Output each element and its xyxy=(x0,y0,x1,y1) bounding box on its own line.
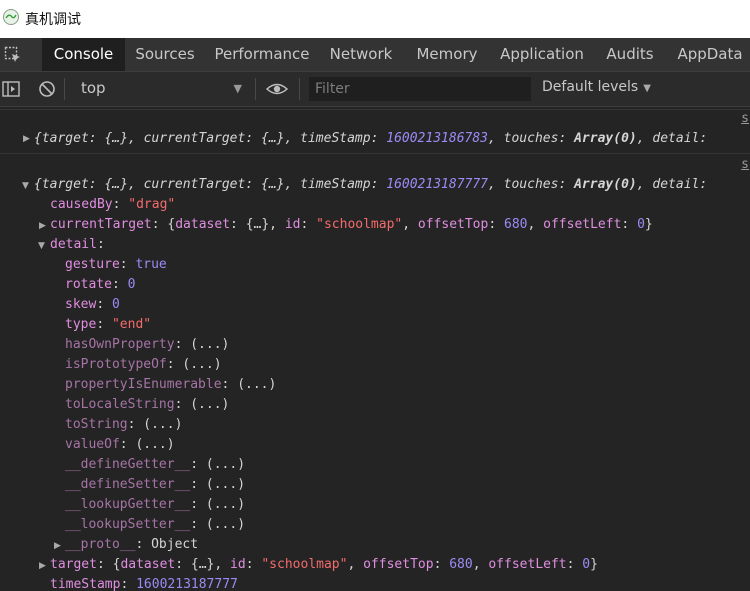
expand-triangle-icon[interactable]: ▶ xyxy=(39,561,46,571)
collapse-triangle-icon[interactable]: ▼ xyxy=(38,241,45,251)
clear-console-icon[interactable] xyxy=(38,80,56,98)
window-titlebar: 真机调试 xyxy=(0,0,750,38)
tab-appdata[interactable]: AppData xyxy=(672,38,748,71)
filter-input[interactable] xyxy=(309,77,531,101)
detail-gesture: gesture: true xyxy=(65,257,167,272)
tab-audits[interactable]: Audits xyxy=(598,38,662,71)
message-divider xyxy=(0,109,750,110)
detail-type: type: "end" xyxy=(65,317,152,332)
source-link[interactable]: s xyxy=(741,111,749,126)
devtools-tabbar: Console Sources Performance Network Memo… xyxy=(0,38,750,72)
inspect-element-icon[interactable] xyxy=(4,46,22,64)
tab-performance[interactable]: Performance xyxy=(210,38,314,71)
detail-method[interactable]: __defineSetter__: (...) xyxy=(65,475,245,495)
console-output: s ▶ {target: {…}, currentTarget: {…}, ti… xyxy=(0,107,750,591)
detail-proto[interactable]: __proto__: Object xyxy=(65,535,198,555)
detail-method[interactable]: propertyIsEnumerable: (...) xyxy=(65,375,276,395)
expand-triangle-icon[interactable]: ▶ xyxy=(23,134,30,144)
tab-sources[interactable]: Sources xyxy=(130,38,200,71)
toolbar-divider xyxy=(299,78,300,100)
tab-application[interactable]: Application xyxy=(496,38,588,71)
property-current-target[interactable]: currentTarget: {dataset: {…}, id: "schoo… xyxy=(50,215,653,235)
eye-icon[interactable] xyxy=(266,80,288,98)
toolbar-divider xyxy=(64,78,65,100)
detail-method[interactable]: hasOwnProperty: (...) xyxy=(65,335,229,355)
property-timestamp: timeStamp: 1600213187777 xyxy=(50,577,238,591)
detail-method[interactable]: __defineGetter__: (...) xyxy=(65,455,245,475)
tab-network[interactable]: Network xyxy=(324,38,398,71)
log-entry-summary[interactable]: {target: {…}, currentTarget: {…}, timeSt… xyxy=(34,175,707,195)
window-title: 真机调试 xyxy=(25,12,81,28)
detail-method[interactable]: toLocaleString: (...) xyxy=(65,395,229,415)
detail-method[interactable]: __lookupSetter__: (...) xyxy=(65,515,245,535)
log-levels-dropdown[interactable]: Default levels ▼ xyxy=(542,79,651,95)
property-caused-by: causedBy: "drag" xyxy=(50,197,176,212)
source-link[interactable]: s xyxy=(741,157,749,172)
detail-rotate: rotate: 0 xyxy=(65,277,136,292)
context-selector[interactable]: top ▼ xyxy=(72,78,248,100)
toolbar-divider xyxy=(255,78,256,100)
message-divider xyxy=(0,153,750,154)
detail-method[interactable]: toString: (...) xyxy=(65,415,182,435)
expand-triangle-icon[interactable]: ▶ xyxy=(39,221,46,231)
detail-method[interactable]: isPrototypeOf: (...) xyxy=(65,355,222,375)
log-entry-summary[interactable]: {target: {…}, currentTarget: {…}, timeSt… xyxy=(34,129,707,149)
property-detail[interactable]: detail: xyxy=(50,235,105,255)
property-target[interactable]: target: {dataset: {…}, id: "schoolmap", … xyxy=(50,555,598,575)
dropdown-arrow-icon: ▼ xyxy=(233,82,242,95)
detail-skew: skew: 0 xyxy=(65,297,120,312)
show-sidebar-icon[interactable] xyxy=(2,80,20,98)
expand-triangle-icon[interactable]: ▶ xyxy=(54,541,61,551)
context-value: top xyxy=(81,79,106,97)
dropdown-arrow-icon: ▼ xyxy=(643,83,651,94)
detail-method[interactable]: __lookupGetter__: (...) xyxy=(65,495,245,515)
detail-method[interactable]: valueOf: (...) xyxy=(65,435,175,455)
tab-console[interactable]: Console xyxy=(42,38,125,71)
log-levels-label: Default levels xyxy=(542,79,639,95)
collapse-triangle-icon[interactable]: ▼ xyxy=(22,181,29,191)
app-logo-icon xyxy=(3,9,19,25)
tab-memory[interactable]: Memory xyxy=(408,38,486,71)
